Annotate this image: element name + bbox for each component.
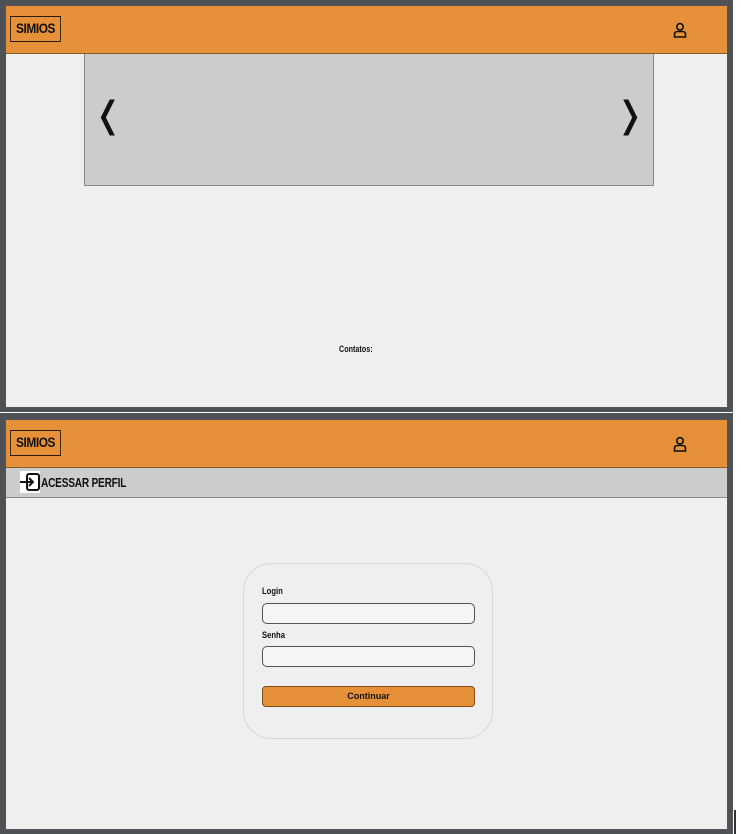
profile-access-bar[interactable]: ACESSAR PERFIL: [6, 468, 727, 498]
contacts-label: Contatos:: [339, 344, 373, 354]
login-screen: SIMIOS ACESSAR PERFIL Login Senha Contin…: [5, 419, 728, 830]
user-icon[interactable]: [673, 436, 687, 452]
enter-icon: [20, 471, 40, 493]
carousel-prev-button[interactable]: ❬: [93, 98, 123, 134]
login-label: Login: [262, 586, 283, 596]
password-label: Senha: [262, 630, 285, 640]
user-icon[interactable]: [673, 22, 687, 38]
login-input[interactable]: [262, 603, 475, 624]
home-screen: SIMIOS ❬ ❭ Contatos:: [5, 5, 728, 408]
header: SIMIOS: [6, 420, 727, 468]
header: SIMIOS: [6, 6, 727, 54]
text-cursor: [734, 810, 736, 834]
logo[interactable]: SIMIOS: [10, 430, 62, 456]
login-card: Login Senha Continuar: [243, 563, 493, 739]
access-profile-label[interactable]: ACESSAR PERFIL: [41, 475, 126, 490]
image-carousel: ❬ ❭: [84, 54, 654, 186]
carousel-next-button[interactable]: ❭: [615, 98, 645, 134]
continue-button[interactable]: Continuar: [262, 686, 475, 707]
password-input[interactable]: [262, 646, 475, 667]
logo[interactable]: SIMIOS: [10, 16, 62, 42]
